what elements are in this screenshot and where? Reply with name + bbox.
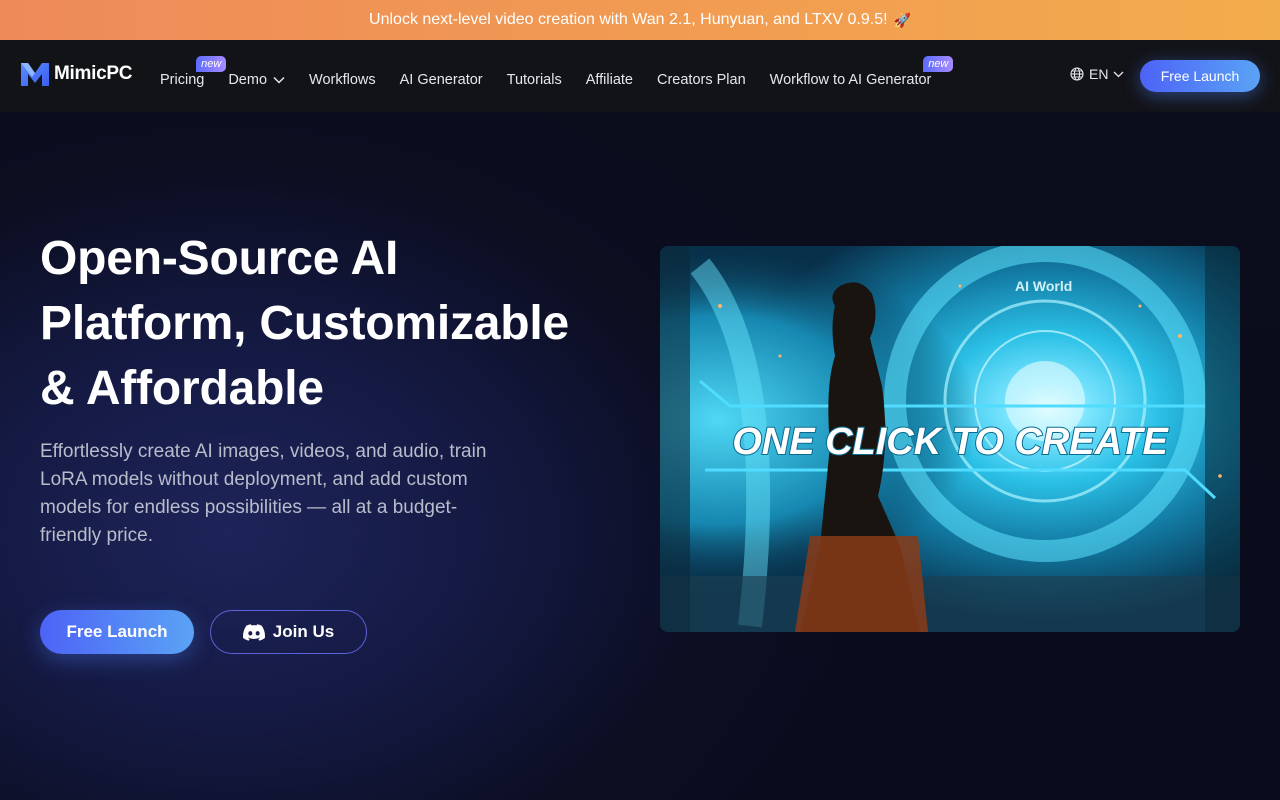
new-badge: new <box>923 56 954 72</box>
nav-item-affiliate[interactable]: Affiliate <box>586 40 633 112</box>
nav-item-ai-generator[interactable]: AI Generator <box>400 40 483 112</box>
discord-icon <box>242 623 265 641</box>
hero-subtitle: Effortlessly create AI images, videos, a… <box>40 441 487 546</box>
nav-item-label: Workflow to AI Generator <box>769 72 932 88</box>
chevron-down-icon <box>1113 71 1124 77</box>
hero-title-line: & Affordable <box>40 362 324 415</box>
hero-title-line: Platform, Customizable <box>40 297 570 350</box>
nav-item-creators-plan[interactable]: Creators Plan <box>657 40 746 112</box>
free-launch-nav-button[interactable]: Free Launch <box>1140 60 1260 92</box>
portal-text: AI World <box>1015 278 1072 294</box>
logo[interactable]: MimicPC <box>20 60 132 88</box>
hero-title-line: Open-Source AI <box>40 232 399 285</box>
video-caption: ONE CLICK TO CREATE <box>732 421 1169 463</box>
free-launch-hero-button[interactable]: Free Launch <box>40 610 194 654</box>
mimicpc-logo-icon <box>21 63 49 86</box>
hero-title: Open-Source AI Platform, Customizable & … <box>40 226 620 421</box>
language-label: EN <box>1089 66 1109 82</box>
join-us-label: Join Us <box>272 622 335 641</box>
nav-item-label: Pricing <box>160 72 205 88</box>
chevron-down-icon <box>273 76 285 84</box>
nav-item-label: Demo <box>228 72 268 88</box>
nav-item-label: Workflows <box>309 72 376 88</box>
language-selector[interactable]: EN <box>1070 66 1129 82</box>
nav-item-tutorials[interactable]: Tutorials <box>507 40 562 112</box>
video-frame: AI World ONE CLICK TO CREATE <box>660 246 1240 632</box>
nav-item-label: Tutorials <box>506 72 562 88</box>
nav-item-workflows[interactable]: Workflows <box>309 40 376 112</box>
rocket-icon: 🚀 <box>893 11 911 28</box>
new-badge: new <box>196 56 227 72</box>
nav-item-pricing[interactable]: Pricing new <box>160 40 227 112</box>
nav-item-demo[interactable]: Demo <box>228 40 285 112</box>
join-us-button[interactable]: Join Us <box>210 610 367 654</box>
promo-banner[interactable]: Unlock next-level video creation with Wa… <box>0 0 1280 40</box>
hero-video[interactable]: AI World ONE CLICK TO CREATE <box>660 246 1240 632</box>
nav-menu: Pricing new Demo Workflows AI Generator … <box>160 40 955 112</box>
promo-banner-text: Unlock next-level video creation with Wa… <box>369 11 888 28</box>
nav-item-label: AI Generator <box>399 72 483 88</box>
logo-text: MimicPC <box>54 63 133 84</box>
nav-item-label: Creators Plan <box>657 72 746 88</box>
nav-item-workflow-to-ai-generator[interactable]: Workflow to AI Generator new <box>769 40 954 112</box>
globe-icon <box>1070 67 1084 81</box>
nav-item-label: Affiliate <box>585 72 633 88</box>
